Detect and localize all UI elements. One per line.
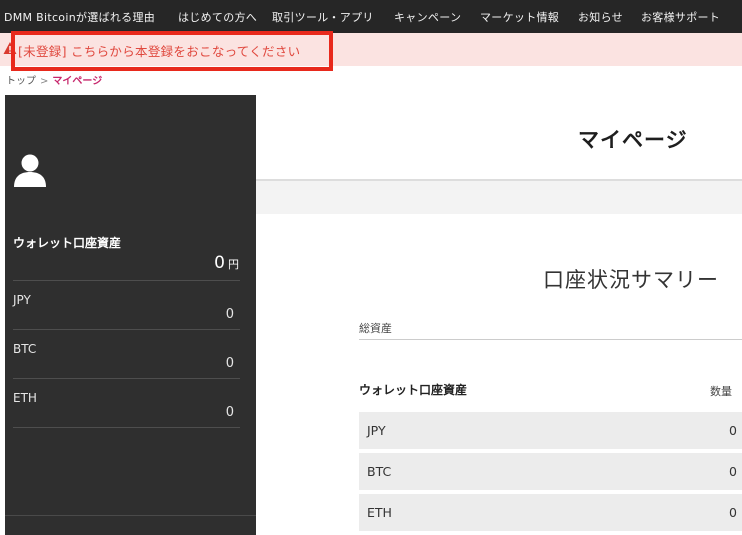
alert-highlight-box	[11, 31, 333, 71]
asset-row-jpy: JPY 0	[359, 412, 742, 449]
sidebar-asset-label-btc: BTC	[13, 342, 37, 356]
top-nav: DMM Bitcoinが選ばれる理由 はじめての方へ 取引ツール・アプリ キャン…	[0, 0, 742, 33]
asset-row-btc: BTC 0	[359, 453, 742, 490]
sidebar-bottom-divider	[5, 515, 256, 516]
nav-item-news[interactable]: お知らせ	[578, 9, 623, 25]
sidebar-divider	[13, 427, 240, 428]
asset-row-label: ETH	[367, 505, 392, 520]
breadcrumb-separator: >	[40, 76, 49, 87]
gray-band	[256, 181, 742, 214]
asset-row-eth: ETH 0	[359, 494, 742, 531]
sidebar-divider	[13, 329, 240, 330]
asset-row-value: 0	[729, 423, 737, 438]
nav-item-campaign[interactable]: キャンペーン	[394, 9, 461, 25]
sidebar-asset-value-jpy: 0	[225, 307, 234, 322]
total-assets-label: 総資産	[359, 322, 392, 335]
asset-row-value: 0	[729, 505, 737, 520]
sidebar-wallet-total: 0円	[214, 253, 239, 273]
sidebar-asset-value-eth: 0	[225, 405, 234, 420]
asset-row-label: BTC	[367, 464, 392, 479]
asset-row-value: 0	[729, 464, 737, 479]
nav-item-beginners[interactable]: はじめての方へ	[178, 9, 257, 25]
nav-item-support[interactable]: お客様サポート	[641, 9, 720, 25]
sidebar-total-unit: 円	[228, 258, 239, 271]
breadcrumb-current: マイページ	[52, 76, 103, 87]
sidebar-asset-label-eth: ETH	[13, 391, 37, 405]
sidebar-wallet-title: ウォレット口座資産	[13, 236, 122, 250]
sidebar-asset-value-btc: 0	[225, 356, 234, 371]
breadcrumb: トップ > マイページ	[6, 72, 102, 87]
wallet-assets-heading: ウォレット口座資産	[359, 383, 468, 397]
page-title: マイページ	[578, 128, 688, 152]
sidebar-divider	[13, 378, 240, 379]
asset-row-label: JPY	[367, 423, 386, 438]
user-avatar-icon	[14, 154, 46, 187]
sidebar-asset-label-jpy: JPY	[13, 293, 31, 307]
account-summary-title: 口座状況サマリー	[543, 268, 719, 292]
nav-item-tools-apps[interactable]: 取引ツール・アプリ	[272, 9, 374, 25]
nav-item-why-dmm[interactable]: DMM Bitcoinが選ばれる理由	[4, 9, 155, 25]
total-assets-divider	[359, 339, 742, 340]
sidebar-total-value: 0	[214, 253, 225, 273]
nav-item-market-info[interactable]: マーケット情報	[480, 9, 559, 25]
quantity-column-header: 数量	[710, 385, 732, 398]
sidebar: ウォレット口座資産 0円 JPY 0 BTC 0 ETH 0	[5, 95, 256, 535]
sidebar-divider	[13, 280, 240, 281]
breadcrumb-home[interactable]: トップ	[6, 76, 36, 87]
